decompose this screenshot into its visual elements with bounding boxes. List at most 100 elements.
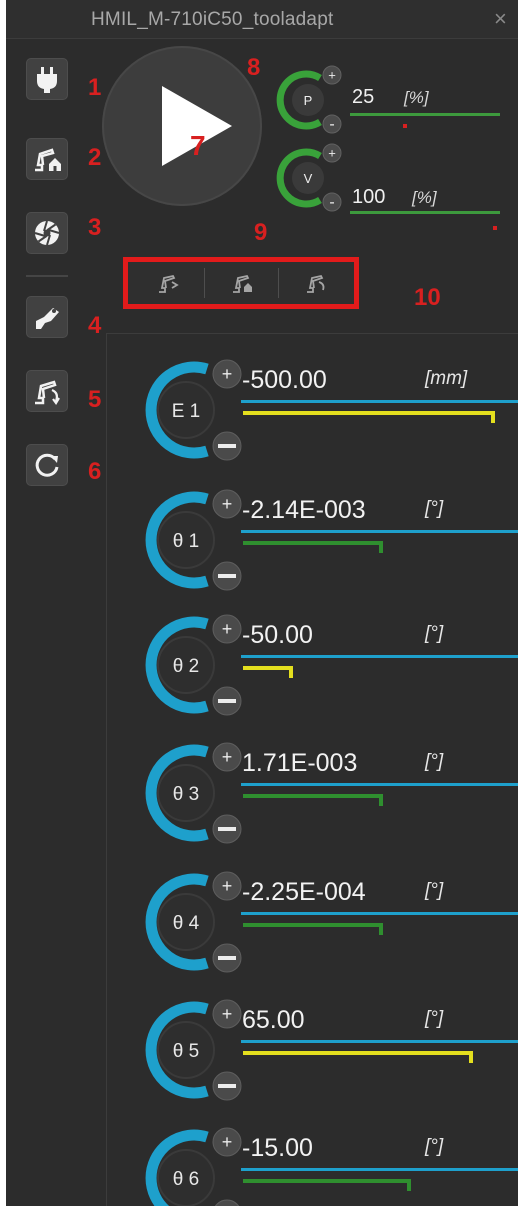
refresh-button[interactable] [26,444,68,486]
power-plug-icon [37,67,57,93]
joint-knob[interactable]: + θ 4 [129,862,249,982]
annotation-9: 9 [254,219,268,246]
joint-value: -500.00 [242,366,327,394]
joint-name: θ 1 [173,531,199,552]
svg-text:-: - [329,194,334,211]
joint-name: θ 3 [173,784,199,805]
motion-button[interactable] [26,370,68,412]
window-title: HMIL_M-710iC50_tooladapt [91,9,334,30]
power-button[interactable] [26,58,68,100]
speed-v-marker [493,226,497,230]
svg-text:+: + [328,68,336,83]
toolbar-separator [26,275,68,277]
joint-row: + E 1 -500.00 [mm] [107,346,518,466]
joint-value: -50.00 [242,621,313,649]
world-frame-button[interactable] [136,268,200,298]
joint-unit: [°] [425,1008,444,1029]
joint-name: E 1 [172,401,201,422]
joint-name: θ 2 [173,656,199,677]
annotation-6: 6 [88,458,102,485]
joint-row: + θ 6 -15.00 [°] [107,1114,518,1206]
joint-value: -15.00 [242,1134,313,1162]
joint-name: θ 5 [173,1041,199,1062]
joint-position-marker[interactable] [491,411,495,423]
joint-position-marker[interactable] [379,541,383,553]
jog-minus-icon [218,827,236,831]
joint-range-line [241,400,518,403]
frame-divider [204,268,205,298]
shutter-button[interactable] [26,212,68,254]
annotation-8: 8 [247,54,261,81]
robot-control-panel: HMIL_M-710iC50_tooladapt × 1 2 3 4 5 6 7… [6,0,518,1206]
joint-position-marker[interactable] [379,923,383,935]
jog-minus-icon [218,956,236,960]
position-speed-knob[interactable]: + - P [268,60,348,140]
joint-row: + θ 5 65.00 [°] [107,986,518,1106]
jog-plus-icon: + [222,747,233,767]
joint-row: + θ 4 -2.25E-004 [°] [107,858,518,978]
jog-plus-icon: + [222,494,233,514]
joint-position-bar [243,666,293,670]
joint-knob[interactable]: + E 1 [129,350,249,470]
joint-range-line [241,912,518,915]
joint-position-marker[interactable] [407,1179,411,1191]
joint-knob[interactable]: + θ 1 [129,480,249,600]
joint-value: -2.25E-004 [242,878,366,906]
play-button[interactable]: 7 [102,46,262,206]
tool-frame-button[interactable] [284,268,348,298]
joint-unit: [mm] [425,368,468,389]
joint-knob[interactable]: + θ 6 [129,1118,249,1206]
frame-selector [123,257,359,309]
play-icon [162,86,232,166]
tool-button[interactable] [26,296,68,338]
joint-unit: [°] [425,498,444,519]
speed-p-track [350,113,500,116]
jog-plus-icon: + [222,1132,233,1152]
annotation-5: 5 [88,386,102,413]
home-position-button[interactable] [26,138,68,180]
joint-knob[interactable]: + θ 3 [129,733,249,853]
svg-text:+: + [328,146,336,161]
base-frame-button[interactable] [210,268,274,298]
annotation-4: 4 [88,312,102,339]
refresh-icon [35,453,59,477]
joint-range-line [241,1040,518,1043]
joint-row: + θ 3 1.71E-003 [°] [107,729,518,849]
joint-position-marker[interactable] [379,794,383,806]
joint-knob[interactable]: + θ 2 [129,605,249,725]
velocity-speed-knob[interactable]: + - V [268,138,348,218]
speed-p-unit: [%] [404,88,429,107]
jog-plus-icon: + [222,876,233,896]
speed-v-track [350,211,500,214]
annotation-3: 3 [88,214,102,241]
world-frame-icon [159,274,179,293]
joint-position-marker[interactable] [469,1051,473,1063]
jog-minus-icon [218,699,236,703]
joint-knob[interactable]: + θ 5 [129,990,249,1110]
speed-v-unit: [%] [412,188,437,207]
speed-v-value: 100 [352,186,386,208]
joint-value: -2.14E-003 [242,496,366,524]
joint-name: θ 6 [173,1169,199,1190]
annotation-10: 10 [414,284,441,311]
close-icon[interactable]: × [494,6,507,32]
joint-value: 1.71E-003 [242,749,358,777]
joint-jog-area: + E 1 -500.00 [mm] + θ 1 -2.14E-003 [°] + θ 2 -50.… [106,333,518,1206]
speed-p-name: P [304,93,313,108]
joint-name: θ 4 [173,913,200,934]
jog-plus-icon: + [222,619,233,639]
base-frame-icon [233,274,252,293]
joint-value: 65.00 [242,1006,305,1034]
speed-p-marker [403,124,407,128]
tool-frame-icon [307,274,325,293]
robot-home-icon [35,148,61,172]
title-bar: HMIL_M-710iC50_tooladapt × [6,0,518,39]
joint-position-marker[interactable] [289,666,293,678]
joint-position-bar [243,794,383,798]
annotation-7: 7 [190,130,206,161]
joint-range-line [241,655,518,658]
joint-range-line [241,1168,518,1171]
jog-minus-icon [218,574,236,578]
jog-minus-icon [218,444,236,448]
joint-row: + θ 2 -50.00 [°] [107,601,518,721]
